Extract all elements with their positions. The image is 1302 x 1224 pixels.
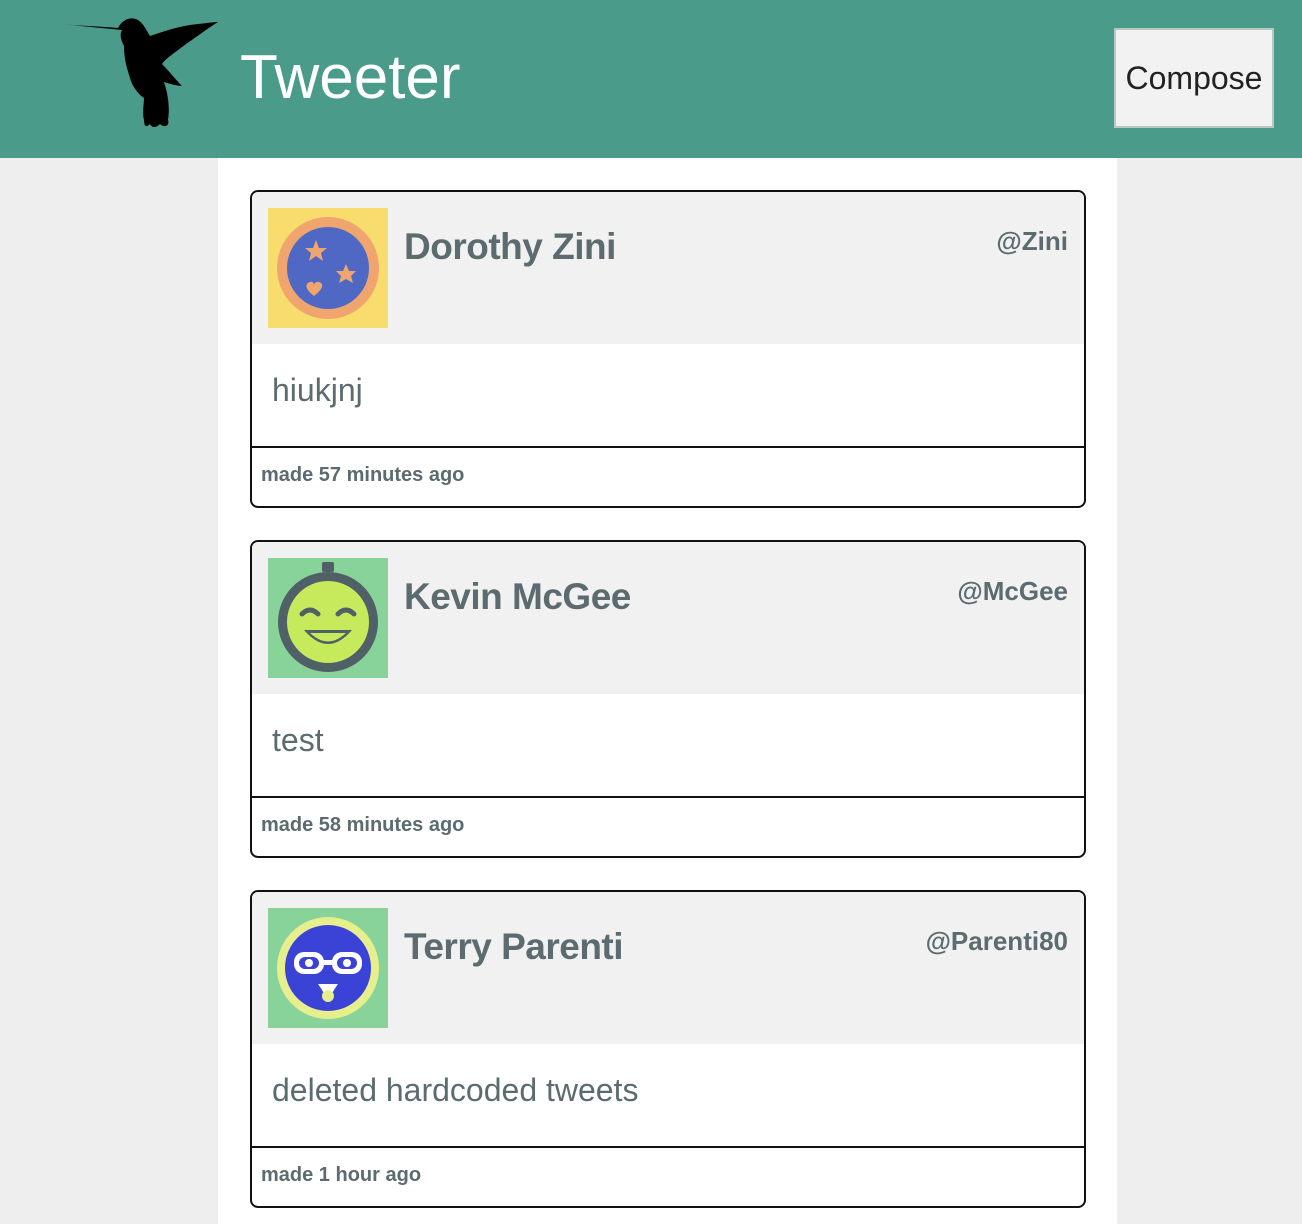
tweet-feed: Dorothy Zini @Zini hiukjnj made 57 minut… [218,158,1117,1224]
tweet-content: hiukjnj [272,372,363,408]
tweet-card: Dorothy Zini @Zini hiukjnj made 57 minut… [250,190,1086,508]
author-name: Terry Parenti [404,926,624,967]
tweet-content: test [272,722,324,758]
tweet-content: deleted hardcoded tweets [272,1072,639,1108]
tweet-timestamp: made 58 minutes ago [261,814,465,836]
tweet-header: Kevin McGee @McGee [252,542,1084,694]
hummingbird-logo-icon [62,18,218,128]
glasses-face-avatar-icon [268,908,388,1028]
tweet-timestamp: made 1 hour ago [261,1164,422,1186]
tweet-footer: made 57 minutes ago [252,446,1084,506]
author-handle: @McGee [957,576,1068,606]
tweet-card: Kevin McGee @McGee test made 58 minutes … [250,540,1086,858]
author-handle: @Parenti80 [925,926,1068,956]
smiling-face-avatar-icon [268,558,388,678]
tweet-timestamp: made 57 minutes ago [261,464,465,486]
compose-button[interactable]: Compose [1114,28,1274,128]
stars-heart-avatar-icon [268,208,388,328]
top-nav: Tweeter Compose [0,0,1302,158]
author-handle: @Zini [996,226,1068,256]
author-name: Kevin McGee [404,576,631,617]
tweet-footer: made 1 hour ago [252,1146,1084,1206]
author-name: Dorothy Zini [404,226,616,267]
tweet-header: Dorothy Zini @Zini [252,192,1084,344]
brand-title: Tweeter [240,43,461,112]
tweet-header: Terry Parenti @Parenti80 [252,892,1084,1044]
tweet-footer: made 58 minutes ago [252,796,1084,856]
tweet-card: Terry Parenti @Parenti80 deleted hardcod… [250,890,1086,1208]
